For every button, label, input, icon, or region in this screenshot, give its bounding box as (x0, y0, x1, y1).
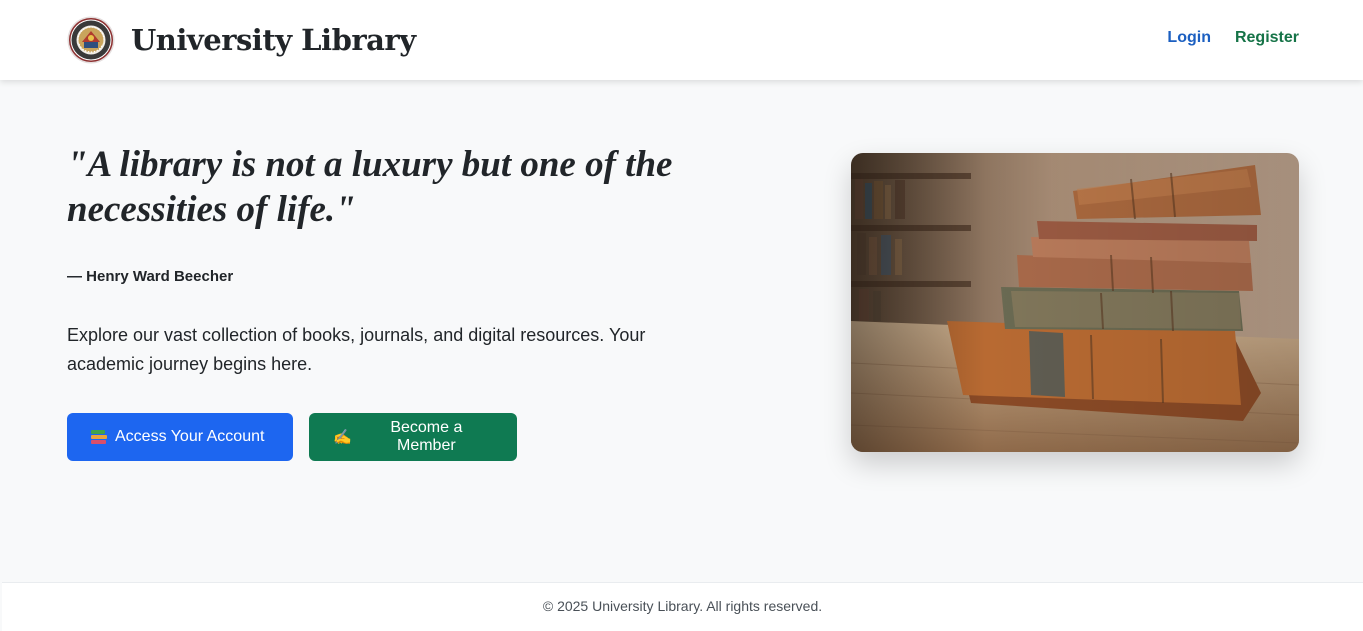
brand-name: University Library (131, 23, 416, 57)
access-account-label: Access Your Account (115, 428, 265, 445)
become-member-label: Become a Member (390, 419, 463, 454)
hero-description: Explore our vast collection of books, jo… (67, 325, 646, 374)
login-link[interactable]: Login (1167, 29, 1211, 47)
writing-hand-icon: ✍️ (333, 428, 352, 446)
books-icon (91, 430, 107, 444)
hero-actions: Access Your Account ✍️ Become a Member (67, 413, 687, 461)
hero-content: "A library is not a luxury but one of th… (67, 142, 687, 461)
old-books-illustration (851, 153, 1299, 452)
quote-author: — Henry Ward Beecher (67, 268, 234, 285)
top-nav: Login Register (1167, 29, 1299, 47)
become-member-button[interactable]: ✍️ Become a Member (309, 413, 517, 461)
footer: © 2025 University Library. All rights re… (2, 582, 1363, 631)
university-seal-logo (67, 16, 115, 64)
brand-link[interactable]: University Library (67, 16, 416, 64)
copyright-text: © 2025 University Library. All rights re… (542, 598, 823, 614)
access-account-button[interactable]: Access Your Account (67, 413, 293, 461)
hero-quote: "A library is not a luxury but one of th… (67, 144, 673, 230)
books-hero-image (851, 153, 1299, 452)
navbar: University Library Login Register (0, 0, 1363, 80)
register-link[interactable]: Register (1235, 29, 1299, 47)
